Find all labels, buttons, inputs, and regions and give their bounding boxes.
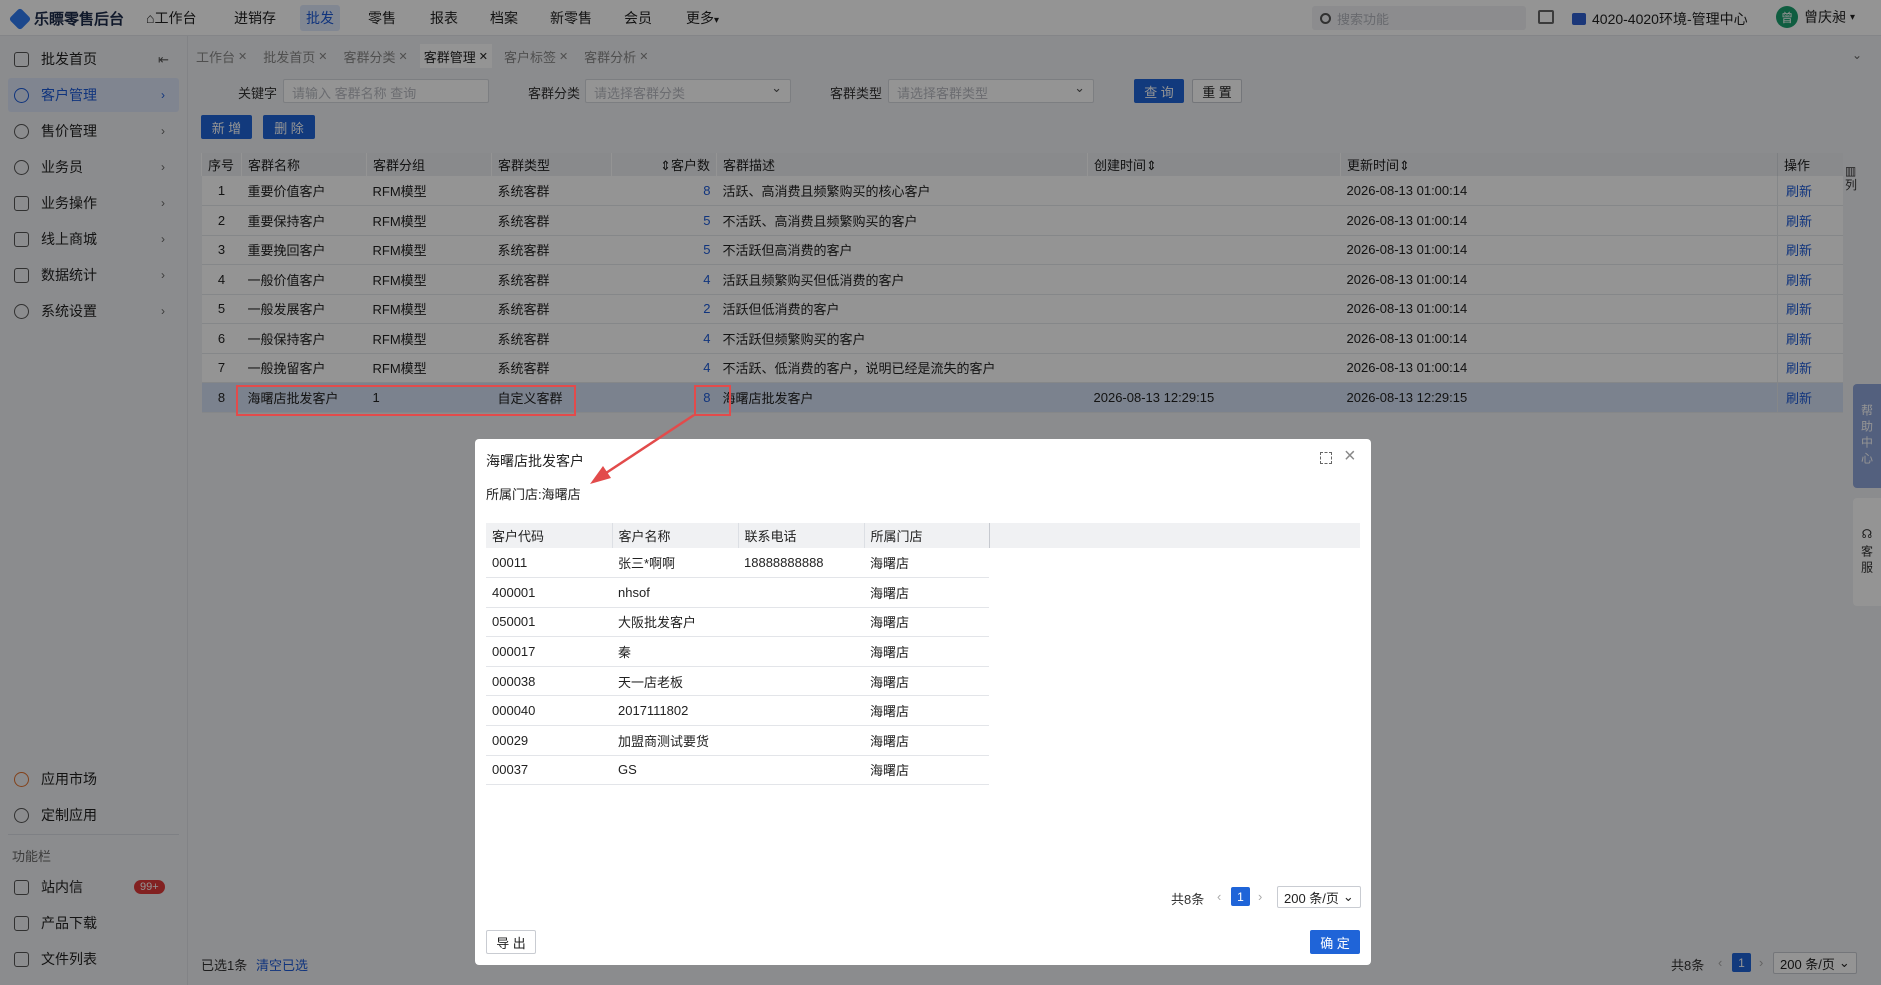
prev-page-icon[interactable]: ‹ bbox=[1217, 889, 1221, 904]
table-row[interactable]: 00037 GS 海曙店 bbox=[486, 755, 989, 786]
table-row[interactable]: 00011 张三*啊啊 18888888888 海曙店 bbox=[486, 548, 989, 579]
dialog-total-count: 共8条 bbox=[1171, 892, 1205, 907]
dialog-table-header: 客户代码 客户名称 联系电话 所属门店 bbox=[486, 523, 990, 548]
page-size-select[interactable]: 200 条/页 ⌄ bbox=[1277, 886, 1361, 908]
table-row[interactable]: 000038 天一店老板 海曙店 bbox=[486, 666, 989, 697]
close-icon[interactable]: × bbox=[1344, 445, 1356, 468]
table-row[interactable]: 050001 大阪批发客户 海曙店 bbox=[486, 607, 989, 638]
next-page-icon[interactable]: › bbox=[1258, 889, 1262, 904]
annotation-box bbox=[694, 385, 731, 416]
customer-list-dialog: 海曙店批发客户 × 所属门店:海曙店 客户代码 客户名称 联系电话 所属门店 0… bbox=[475, 439, 1371, 965]
chevron-down-icon: ⌄ bbox=[1342, 889, 1354, 904]
table-row[interactable]: 000017 秦海曙店 bbox=[486, 636, 989, 667]
dialog-store: 所属门店:海曙店 bbox=[486, 487, 581, 502]
page-current[interactable]: 1 bbox=[1231, 887, 1250, 906]
annotation-box bbox=[236, 385, 576, 416]
table-row[interactable]: 00029 加盟商测试要货 海曙店 bbox=[486, 725, 989, 756]
dialog-customer-table: 客户代码 客户名称 联系电话 所属门店 00011 张三*啊啊 1888888888… bbox=[486, 523, 990, 786]
export-button[interactable]: 导 出 bbox=[486, 930, 536, 954]
table-row[interactable]: 400001 nhsof 海曙店 bbox=[486, 577, 989, 608]
maximize-icon[interactable] bbox=[1320, 452, 1332, 464]
confirm-button[interactable]: 确 定 bbox=[1310, 930, 1360, 954]
dialog-title: 海曙店批发客户 bbox=[486, 453, 584, 469]
table-row[interactable]: 000040 2017111802 海曙店 bbox=[486, 695, 989, 727]
app-window: 乐瞟零售后台 ⌂工作台 进销存 批发 零售 报表 档案 新零售 会员 更多▾ 搜… bbox=[0, 0, 1881, 985]
